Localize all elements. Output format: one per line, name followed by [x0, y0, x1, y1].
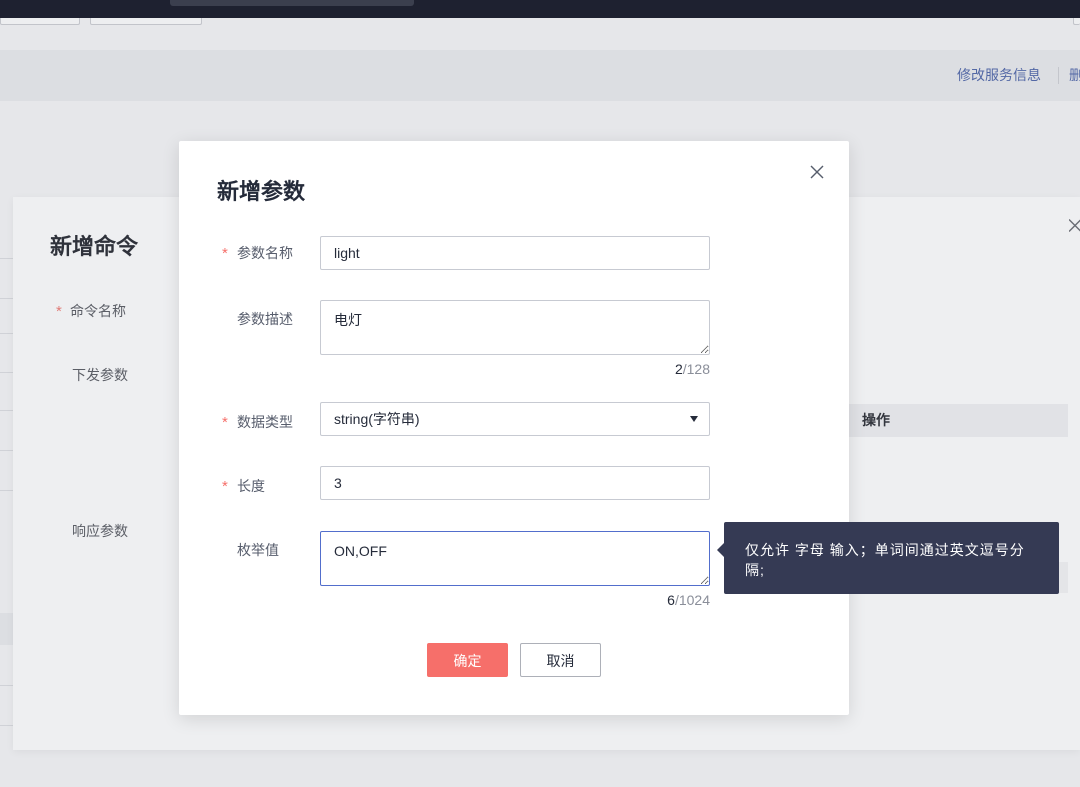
action-divider [1058, 67, 1059, 84]
data-type-select[interactable]: string(字符串) [320, 402, 710, 436]
caret-down-icon [690, 416, 698, 422]
length-input[interactable] [320, 466, 710, 500]
request-params-label: 下发参数 [72, 367, 128, 383]
confirm-button[interactable]: 确定 [427, 643, 508, 677]
response-params-label: 响应参数 [72, 523, 128, 539]
command-name-label: 命令名称 [70, 303, 126, 319]
required-mark: * [222, 245, 228, 262]
param-name-input[interactable] [320, 236, 710, 270]
page-table-line [0, 333, 13, 334]
tooltip-arrow [717, 543, 724, 557]
header-search-box[interactable] [170, 0, 414, 6]
page-table-line [0, 450, 13, 451]
column-header-actions: 操作 [862, 412, 890, 428]
service-actions: 修改服务信息 删 [950, 50, 1080, 101]
page-table-line [0, 258, 13, 259]
param-description-textarea[interactable]: 电灯 [320, 300, 710, 355]
data-type-selected-value: string(字符串) [334, 411, 420, 427]
char-limit: 128 [686, 361, 710, 377]
param-name-label: 参数名称 [237, 245, 293, 261]
char-count: 6 [667, 592, 675, 608]
char-count: 2 [674, 361, 683, 377]
required-mark: * [222, 414, 228, 431]
param-description-char-counter: 2/128 [675, 359, 710, 379]
page-table-line [0, 685, 13, 686]
data-type-label: 数据类型 [237, 414, 293, 430]
char-limit: 1024 [678, 592, 710, 608]
tooltip-text: 仅允许 字母 输入；单词间通过英文逗号分隔; [745, 542, 1025, 578]
enum-values-textarea[interactable]: ON,OFF [320, 531, 710, 586]
console-header [0, 0, 1080, 18]
cancel-button[interactable]: 取消 [520, 643, 601, 677]
request-params-table-header: 操作 [848, 404, 1068, 437]
page-table-line [0, 298, 13, 299]
close-icon[interactable] [1069, 219, 1080, 232]
required-mark: * [222, 478, 228, 495]
delete-service-link[interactable]: 删 [1069, 65, 1080, 85]
length-label: 长度 [237, 478, 265, 494]
enum-values-char-counter: 6/1024 [667, 590, 710, 610]
page-table-line [0, 372, 13, 373]
page-table-line [0, 490, 13, 491]
required-mark: * [56, 303, 62, 320]
dialog-title: 新增命令 [50, 234, 139, 259]
page-table-header [0, 613, 13, 645]
service-info-bar: 修改服务信息 删 [0, 50, 1080, 101]
param-description-label: 参数描述 [237, 311, 293, 327]
enum-values-tooltip: 仅允许 字母 输入；单词间通过英文逗号分隔; [717, 522, 1059, 594]
enum-values-label: 枚举值 [237, 542, 279, 558]
add-parameter-dialog: 新增参数 * 参数名称 参数描述 电灯 2/128 * 数据类型 string(… [179, 141, 849, 715]
close-icon[interactable] [810, 165, 824, 179]
page-table-line [0, 725, 13, 726]
dialog-title: 新增参数 [217, 179, 306, 204]
edit-service-link[interactable]: 修改服务信息 [957, 65, 1041, 85]
page-table-line [0, 410, 13, 411]
